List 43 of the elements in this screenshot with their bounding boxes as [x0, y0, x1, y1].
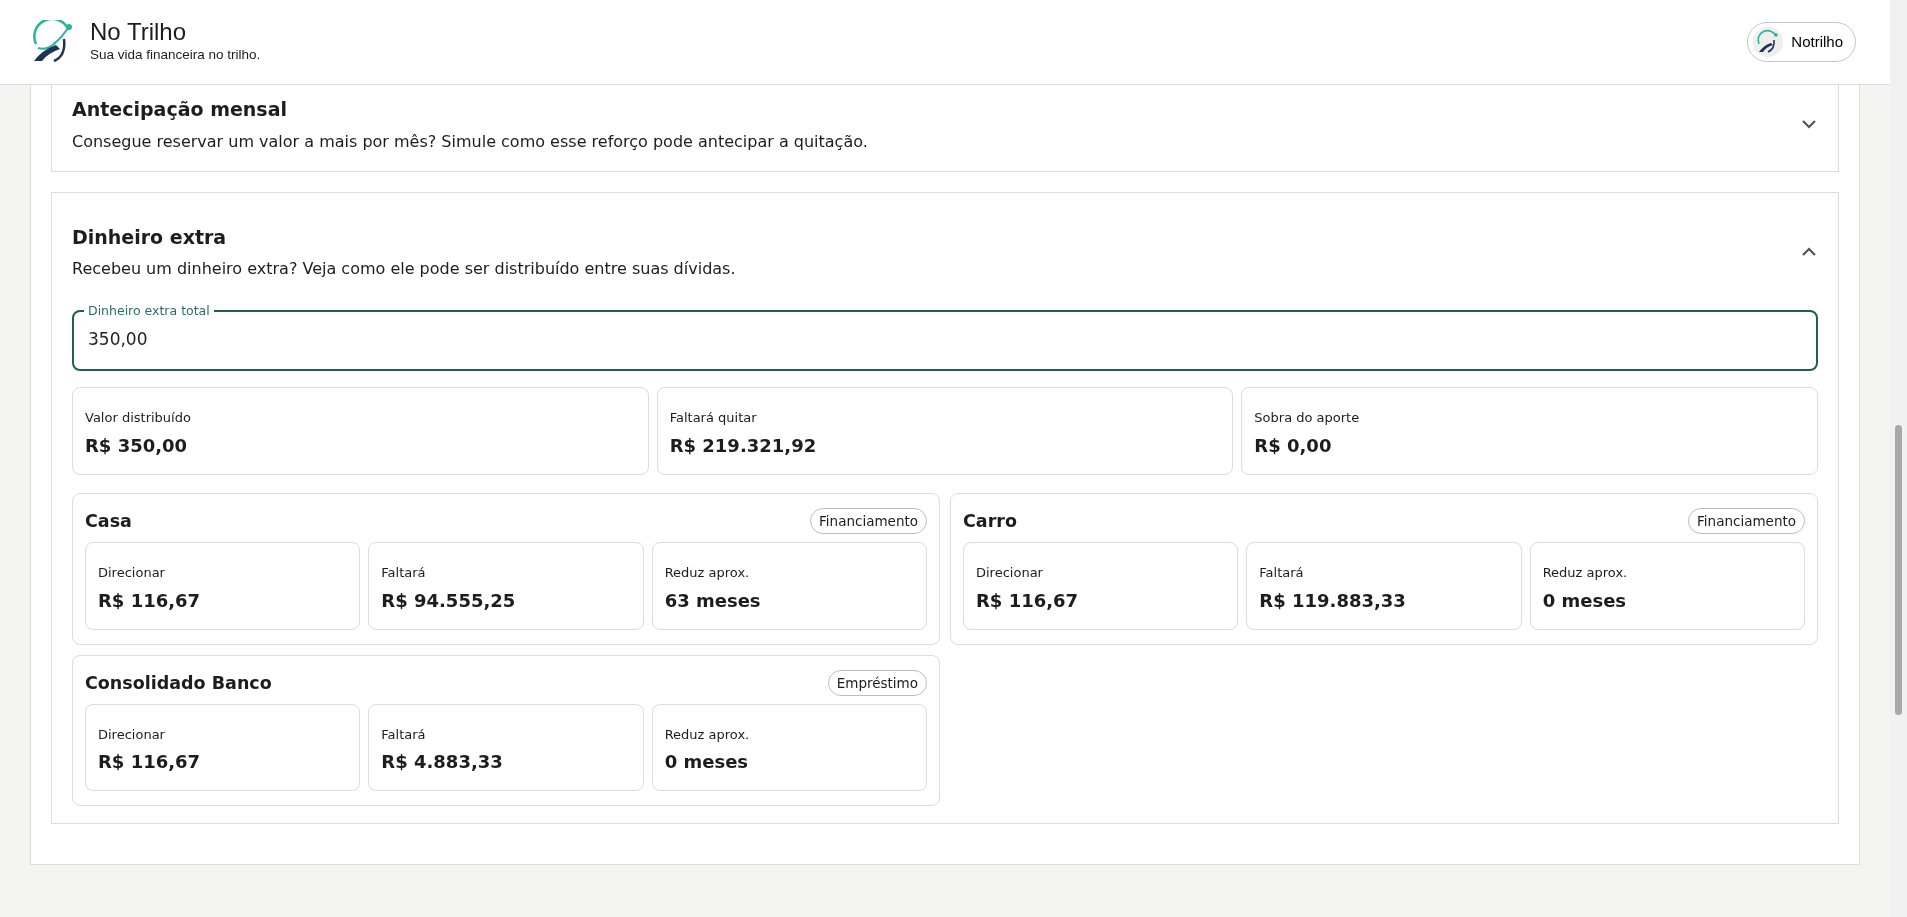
metric-label: Direcionar [976, 564, 1044, 582]
app-subtitle: Sua vida financeira no trilho. [90, 46, 261, 65]
logo-icon [30, 20, 74, 64]
amount-input[interactable]: 350,00 [86, 319, 1804, 360]
metric-value: 63 meses [664, 588, 762, 613]
metric-label: Direcionar [98, 564, 166, 582]
metric-label: Reduz aprox. [664, 725, 751, 744]
stat-value: R$ 350,00 [85, 433, 189, 458]
metric-value: 0 meses [1542, 588, 1628, 613]
debt-name: Casa [85, 509, 132, 533]
debt-name: Consolidado Banco [85, 671, 272, 695]
metric-value: 0 meses [664, 750, 750, 775]
amount-field[interactable]: Dinheiro extra total 350,00 [72, 303, 1818, 372]
section-title: Dinheiro extra [72, 224, 228, 250]
section-description: Consegue reservar um valor a mais por mês? Simule como esse reforço pode antecipar a quitação. [72, 130, 868, 153]
metric-label: Reduz aprox. [1542, 564, 1629, 582]
metric-value: R$ 4.883,33 [381, 750, 504, 775]
section-title: Antecipação mensal [72, 97, 288, 122]
stat-value: R$ 219.321,92 [669, 433, 818, 458]
stat-label: Valor distribuído [85, 409, 192, 428]
stat-value: R$ 0,00 [1254, 433, 1333, 458]
metric-value: R$ 116,67 [976, 588, 1080, 613]
metric-label: Faltará [1259, 564, 1305, 582]
field-label: Dinheiro extra total [87, 303, 211, 320]
user-button[interactable]: Notrilho [1747, 22, 1856, 62]
section-description: Recebeu um dinheiro extra? Veja como ele pode ser distribuído entre suas dívidas. [72, 258, 736, 280]
metric-label: Direcionar [98, 725, 166, 744]
chevron-down-icon[interactable] [1800, 118, 1818, 131]
metric-value: R$ 94.555,25 [381, 588, 517, 613]
debt-type-tag: Financiamento [1688, 507, 1805, 534]
debt-name: Carro [963, 509, 1017, 533]
stat-label: Faltará quitar [669, 409, 758, 428]
debt-type-tag: Financiamento [810, 507, 927, 534]
chevron-up-icon[interactable] [1800, 245, 1818, 258]
metric-value: R$ 116,67 [98, 750, 202, 775]
metric-label: Faltará [381, 564, 427, 582]
metric-value: R$ 116,67 [98, 588, 202, 613]
stat-label: Sobra do aporte [1254, 409, 1361, 428]
metric-label: Faltará [381, 725, 427, 744]
metric-value: R$ 119.883,33 [1259, 588, 1407, 613]
debt-type-tag: Empréstimo [827, 669, 927, 696]
metric-label: Reduz aprox. [664, 564, 751, 582]
app-title: No Trilho [90, 18, 188, 46]
